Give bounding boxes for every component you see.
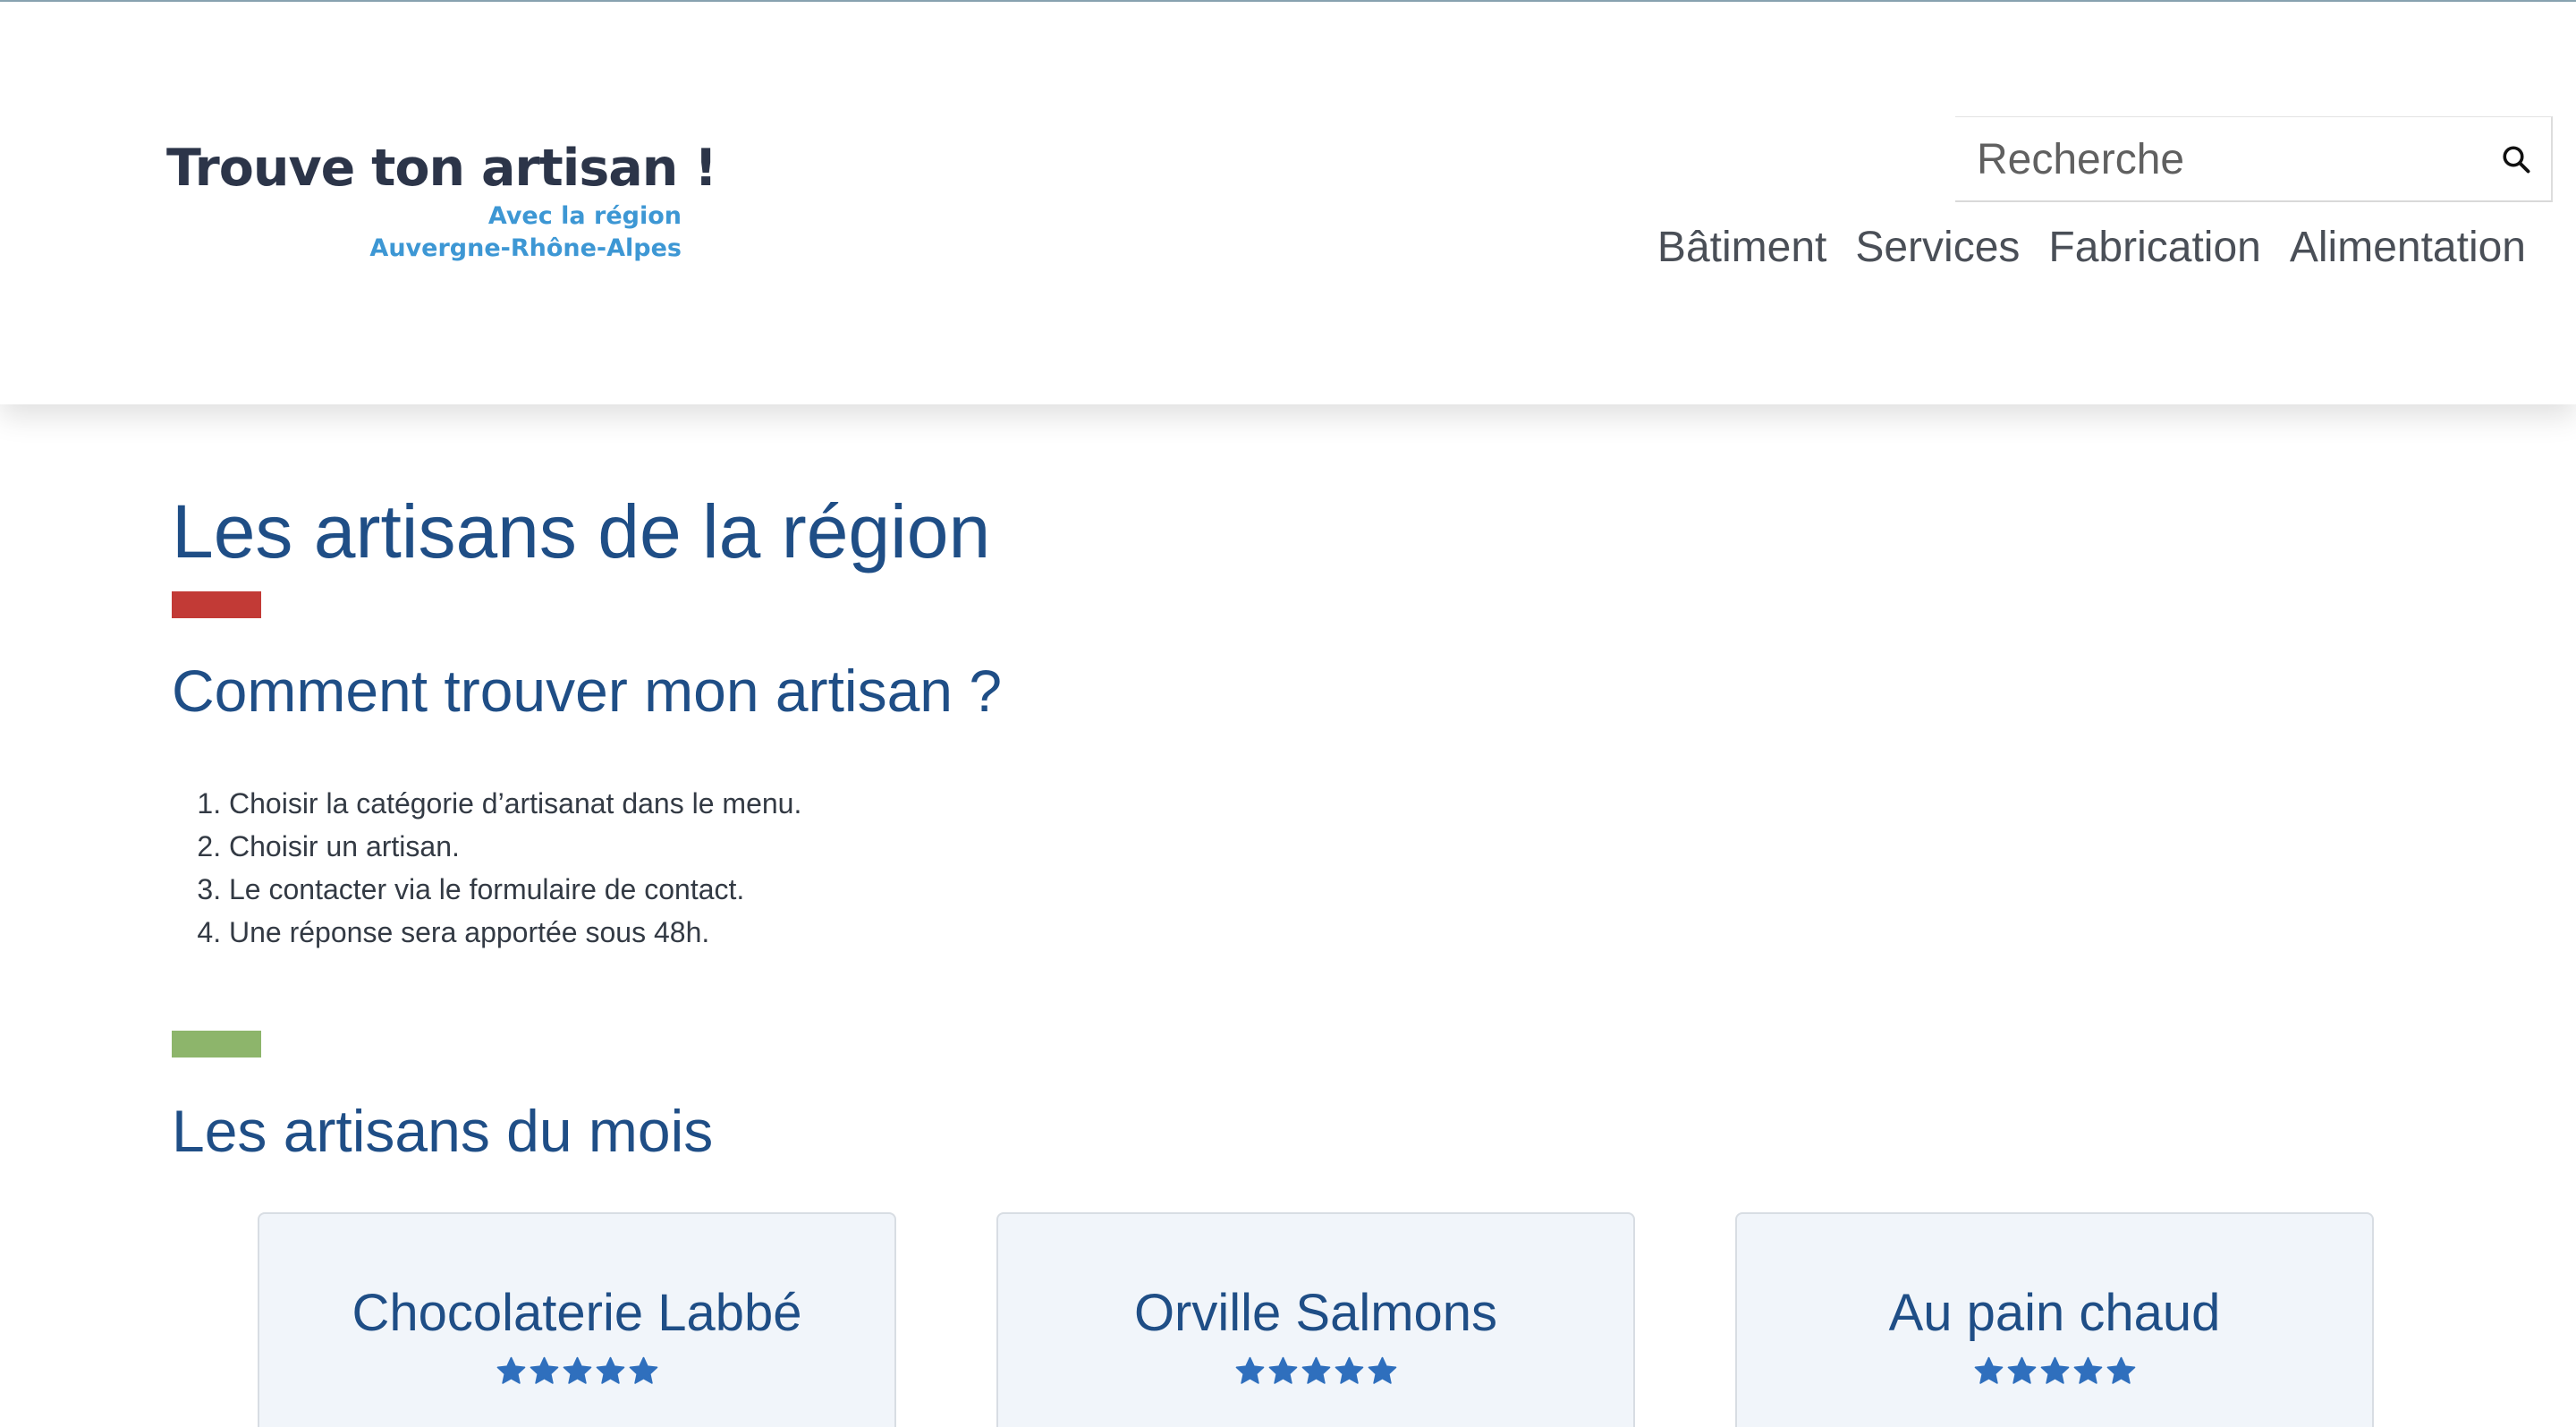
star-filled-icon (1335, 1356, 1363, 1384)
artisan-name: Orville Salmons (1133, 1284, 1498, 1342)
logo-subtitle-line1: Avec la région (487, 202, 682, 230)
search-icon (2503, 146, 2530, 174)
star-filled-icon (2073, 1356, 2102, 1384)
star-filled-icon (563, 1356, 591, 1384)
artisan-card[interactable]: Chocolaterie Labbé (258, 1212, 896, 1427)
artisan-card[interactable]: Au pain chaud (1735, 1212, 2374, 1427)
steps-list: Choisir la catégorie d’artisanat dans le… (172, 782, 801, 954)
star-filled-icon (596, 1356, 624, 1384)
star-rating (259, 1355, 894, 1387)
nav-item-batiment[interactable]: Bâtiment (1643, 218, 1841, 277)
artisan-name: Au pain chaud (1888, 1284, 2221, 1342)
star-filled-icon (1235, 1356, 1264, 1384)
nav-item-fabrication[interactable]: Fabrication (2034, 218, 2275, 277)
red-accent-bar (172, 591, 261, 618)
artisan-cards: Chocolaterie Labbé Orville Salmons Au pa… (0, 1212, 2576, 1427)
star-rating (998, 1355, 1633, 1387)
star-filled-icon (530, 1356, 558, 1384)
step-item: Choisir un artisan. (229, 825, 801, 868)
logo-subtitle-line2: Auvergne-Rhône-Alpes (369, 234, 682, 262)
step-item: Une réponse sera apportée sous 48h. (229, 911, 801, 954)
artisan-card[interactable]: Orville Salmons (996, 1212, 1635, 1427)
nav-item-alimentation[interactable]: Alimentation (2275, 218, 2540, 277)
star-filled-icon (496, 1356, 525, 1384)
nav-item-services[interactable]: Services (1841, 218, 2034, 277)
site-logo[interactable]: Trouve ton artisan ! Avec la région Auve… (166, 136, 717, 265)
how-to-title: Comment trouver mon artisan ? (172, 658, 1003, 724)
star-filled-icon (1974, 1356, 2003, 1384)
artisans-of-month-title: Les artisans du mois (172, 1098, 714, 1164)
star-rating (1737, 1355, 2372, 1387)
star-filled-icon (1301, 1356, 1330, 1384)
star-filled-icon (1368, 1356, 1396, 1384)
page-title: Les artisans de la région (172, 489, 991, 573)
star-filled-icon (2106, 1356, 2135, 1384)
main-nav: Bâtiment Services Fabrication Alimentati… (1643, 218, 2540, 277)
green-accent-bar (172, 1031, 261, 1058)
search-button[interactable] (2494, 137, 2538, 182)
star-filled-icon (629, 1356, 657, 1384)
star-filled-icon (2040, 1356, 2069, 1384)
logo-title: Trouve ton artisan ! (166, 139, 717, 198)
star-filled-icon (2007, 1356, 2036, 1384)
step-item: Choisir la catégorie d’artisanat dans le… (229, 782, 801, 825)
main-content: Les artisans de la région Comment trouve… (0, 404, 2576, 1427)
site-header: Trouve ton artisan ! Avec la région Auve… (0, 2, 2576, 404)
search-input[interactable] (1975, 117, 2476, 201)
search-bar (1955, 116, 2553, 202)
artisan-name: Chocolaterie Labbé (352, 1284, 802, 1342)
star-filled-icon (1268, 1356, 1297, 1384)
step-item: Le contacter via le formulaire de contac… (229, 868, 801, 911)
